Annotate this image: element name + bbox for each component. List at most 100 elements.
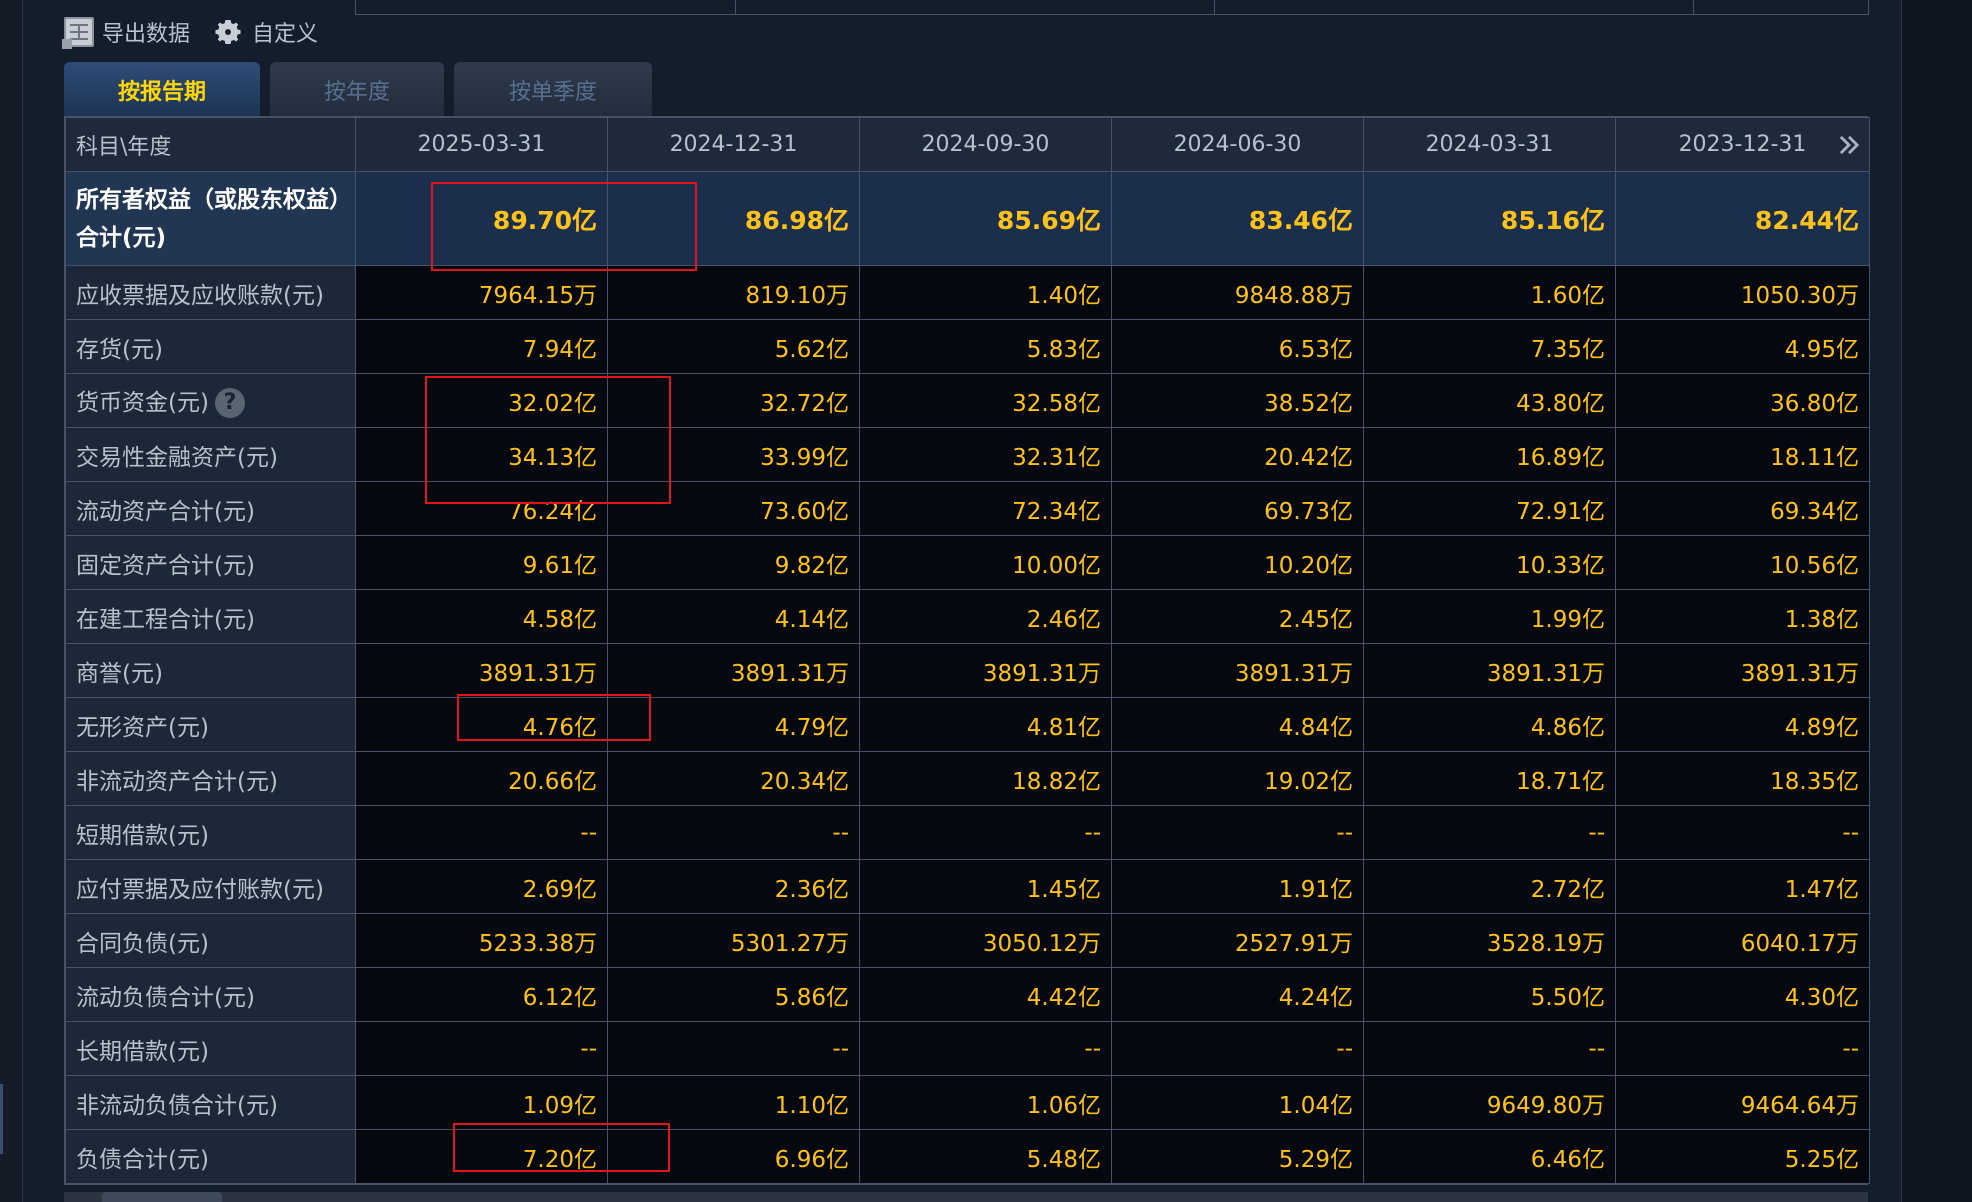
value-cell: 5.62亿 xyxy=(607,319,860,374)
tab-by-report-period[interactable]: 按报告期 xyxy=(64,62,260,118)
value-cell: -- xyxy=(607,805,860,860)
column-header-label: 2023-12-31 xyxy=(1678,132,1807,157)
value-cell: -- xyxy=(355,1021,608,1076)
value-cell: 7.35亿 xyxy=(1363,319,1616,374)
table-row: 长期借款(元) -- -- -- -- -- -- xyxy=(65,1021,1870,1076)
value-cell: 3891.31万 xyxy=(1111,643,1364,698)
value-cell: 2.69亿 xyxy=(355,859,608,914)
row-label-cell: 无形资产(元) xyxy=(65,697,356,752)
value-cell: 4.76亿 xyxy=(355,697,608,752)
row-label-cell: 交易性金融资产(元) xyxy=(65,427,356,482)
row-label-cell: 合同负债(元) xyxy=(65,913,356,968)
value-cell: 3050.12万 xyxy=(859,913,1112,968)
value-cell: -- xyxy=(1615,805,1870,860)
value-cell: 9848.88万 xyxy=(1111,265,1364,320)
value-cell: 76.24亿 xyxy=(355,481,608,536)
table-row: 在建工程合计(元) 4.58亿 4.14亿 2.46亿 2.45亿 1.99亿 1.38亿 xyxy=(65,589,1870,644)
row-label: 交易性金融资产(元) xyxy=(76,444,278,471)
value-cell: 9.82亿 xyxy=(607,535,860,590)
value-cell: 9464.64万 xyxy=(1615,1075,1870,1130)
value-cell: 7.20亿 xyxy=(355,1129,608,1184)
value-cell: 19.02亿 xyxy=(1111,751,1364,806)
value-cell: 20.66亿 xyxy=(355,751,608,806)
row-label-cell: 非流动负债合计(元) xyxy=(65,1075,356,1130)
value-cell: 20.42亿 xyxy=(1111,427,1364,482)
value-cell: 33.99亿 xyxy=(607,427,860,482)
value-cell: 3891.31万 xyxy=(1363,643,1616,698)
column-header: 2024-03-31 xyxy=(1363,117,1616,172)
value-cell: 4.84亿 xyxy=(1111,697,1364,752)
value-cell: 4.30亿 xyxy=(1615,967,1870,1022)
row-label: 货币资金(元) xyxy=(76,389,209,416)
help-icon[interactable]: ? xyxy=(214,388,245,419)
value-cell: 3891.31万 xyxy=(859,643,1112,698)
value-cell: 32.31亿 xyxy=(859,427,1112,482)
right-edge xyxy=(1902,0,1972,1202)
row-label: 非流动负债合计(元) xyxy=(76,1092,278,1119)
value-cell: 6040.17万 xyxy=(1615,913,1870,968)
value-cell: 1050.30万 xyxy=(1615,265,1870,320)
horizontal-scrollbar[interactable] xyxy=(64,1192,1868,1202)
value-cell: -- xyxy=(607,1021,860,1076)
value-cell: 38.52亿 xyxy=(1111,373,1364,428)
row-label-cell: 固定资产合计(元) xyxy=(65,535,356,590)
value-cell: 18.11亿 xyxy=(1615,427,1870,482)
period-tabs: 按报告期 按年度 按单季度 xyxy=(64,62,652,118)
value-cell: 5.25亿 xyxy=(1615,1129,1870,1184)
row-label: 固定资产合计(元) xyxy=(76,552,255,579)
value-cell: 83.46亿 xyxy=(1111,171,1364,266)
value-cell: 5.83亿 xyxy=(859,319,1112,374)
table-row: 流动负债合计(元) 6.12亿 5.86亿 4.42亿 4.24亿 5.50亿 4.30亿 xyxy=(65,967,1870,1022)
table-row: 固定资产合计(元) 9.61亿 9.82亿 10.00亿 10.20亿 10.33亿 10.… xyxy=(65,535,1870,590)
table-row: 应收票据及应收账款(元) 7964.15万 819.10万 1.40亿 9848.88万… xyxy=(65,265,1870,320)
customize-button[interactable]: 自定义 xyxy=(212,16,318,48)
value-cell: 1.10亿 xyxy=(607,1075,860,1130)
value-cell: 4.24亿 xyxy=(1111,967,1364,1022)
header-row: 科目\年度 2025-03-31 2024-12-31 2024-09-30 2… xyxy=(65,117,1870,172)
value-cell: -- xyxy=(859,805,1112,860)
value-cell: 69.73亿 xyxy=(1111,481,1364,536)
tab-by-quarter[interactable]: 按单季度 xyxy=(454,62,652,118)
value-cell: 18.82亿 xyxy=(859,751,1112,806)
scrollbar-thumb[interactable] xyxy=(102,1192,222,1202)
value-cell: 32.72亿 xyxy=(607,373,860,428)
row-label: 短期借款(元) xyxy=(76,822,209,849)
value-cell: 20.34亿 xyxy=(607,751,860,806)
left-edge-marker xyxy=(0,1084,3,1154)
value-cell: 73.60亿 xyxy=(607,481,860,536)
value-cell: 1.45亿 xyxy=(859,859,1112,914)
export-data-button[interactable]: 导出数据 xyxy=(62,16,190,49)
value-cell: 4.81亿 xyxy=(859,697,1112,752)
row-label-cell: 应收票据及应收账款(元) xyxy=(65,265,356,320)
value-cell: 86.98亿 xyxy=(607,171,860,266)
column-header-last: 2023-12-31 xyxy=(1615,117,1870,172)
corner-header: 科目\年度 xyxy=(65,117,356,172)
value-cell: 4.58亿 xyxy=(355,589,608,644)
row-label-cell: 负债合计(元) xyxy=(65,1129,356,1184)
value-cell: 89.70亿 xyxy=(355,171,608,266)
value-cell: 18.71亿 xyxy=(1363,751,1616,806)
value-cell: 72.91亿 xyxy=(1363,481,1616,536)
value-cell: 2.72亿 xyxy=(1363,859,1616,914)
row-label-cell: 在建工程合计(元) xyxy=(65,589,356,644)
excel-export-icon xyxy=(62,17,94,49)
value-cell: 1.09亿 xyxy=(355,1075,608,1130)
tab-by-year[interactable]: 按年度 xyxy=(270,62,444,118)
toolbar: 导出数据 自定义 xyxy=(62,12,318,52)
value-cell: 10.33亿 xyxy=(1363,535,1616,590)
value-cell: 6.53亿 xyxy=(1111,319,1364,374)
column-header: 2024-09-30 xyxy=(859,117,1112,172)
clipped-previous-table xyxy=(355,0,1869,15)
value-cell: 85.69亿 xyxy=(859,171,1112,266)
value-cell: 3528.19万 xyxy=(1363,913,1616,968)
row-label-cell: 商誉(元) xyxy=(65,643,356,698)
row-label-cell: 短期借款(元) xyxy=(65,805,356,860)
value-cell: 5233.38万 xyxy=(355,913,608,968)
value-cell: 10.56亿 xyxy=(1615,535,1870,590)
value-cell: 1.38亿 xyxy=(1615,589,1870,644)
table-row: 应付票据及应付账款(元) 2.69亿 2.36亿 1.45亿 1.91亿 2.72亿 1.4… xyxy=(65,859,1870,914)
value-cell: 7964.15万 xyxy=(355,265,608,320)
row-label-cell: 长期借款(元) xyxy=(65,1021,356,1076)
value-cell: 72.34亿 xyxy=(859,481,1112,536)
double-chevron-right-icon[interactable] xyxy=(1835,131,1863,159)
